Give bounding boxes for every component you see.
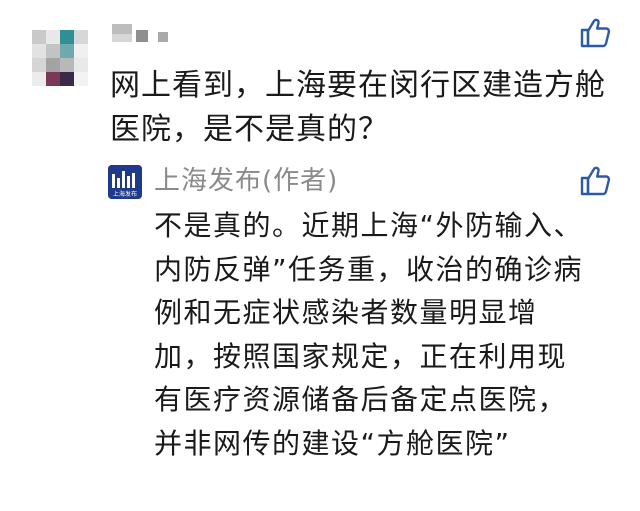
- comment-like-button[interactable]: [578, 16, 612, 50]
- user-avatar[interactable]: [32, 30, 88, 86]
- reply-avatar-logo-text: 上海发布: [113, 190, 137, 198]
- thumbs-up-icon: [580, 18, 611, 48]
- shanghai-fabu-logo-icon: 上海发布: [108, 165, 142, 199]
- comment-thread: 网上看到，上海要在闵行区建造方舱医院，是不是真的？ 上海发布 上海发布(作者) …: [0, 0, 640, 511]
- comment-text: 网上看到，上海要在闵行区建造方舱医院，是不是真的？: [110, 68, 606, 147]
- thumbs-up-icon: [580, 166, 611, 196]
- reply-avatar[interactable]: 上海发布: [108, 165, 142, 199]
- reply-like-button[interactable]: [578, 164, 612, 198]
- username-redacted: [112, 22, 174, 42]
- reply-text: 不是真的。近期上海“外防输入、内防反弹”任务重，收治的确诊病例和无症状感染者数量…: [154, 209, 584, 460]
- reply-author-name[interactable]: 上海发布(作者): [154, 163, 338, 199]
